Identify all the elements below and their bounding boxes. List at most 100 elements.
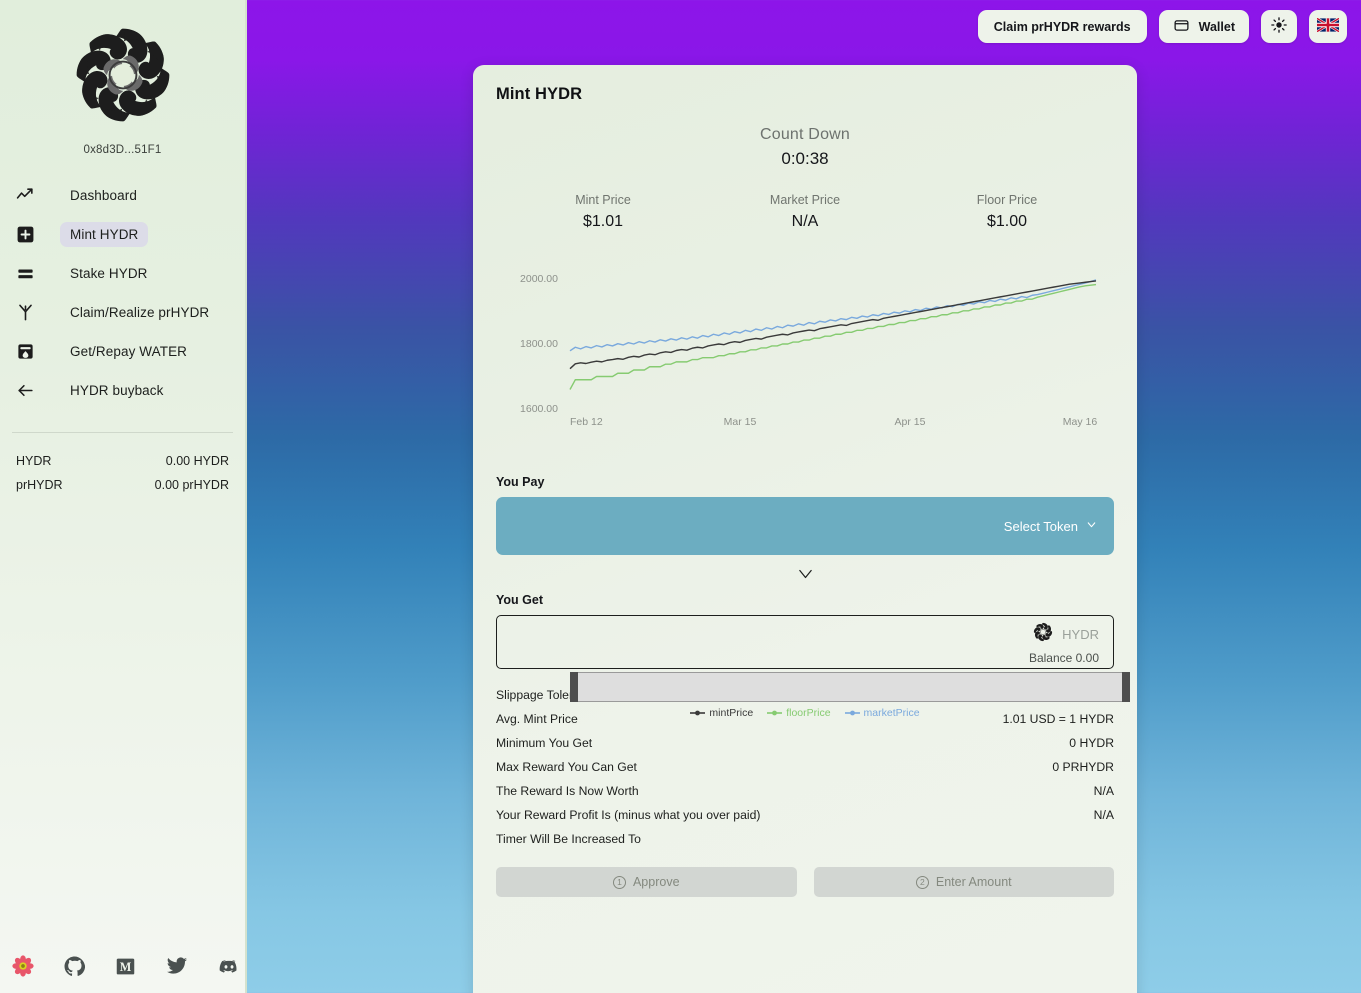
sidebar-item-label: Mint HYDR	[60, 222, 149, 247]
sidebar-divider	[12, 432, 233, 433]
arrow-left-icon	[14, 380, 36, 402]
balance-value: 0.00 HYDR	[165, 454, 229, 468]
stack-bars-icon	[14, 263, 36, 285]
legend-label: mintPrice	[709, 707, 754, 719]
sidebar-item-label: Get/Repay WATER	[70, 344, 188, 359]
get-token-info: HYDR Balance 0.00	[1029, 620, 1099, 665]
svg-text:Mar 15: Mar 15	[724, 416, 757, 427]
select-token-button[interactable]: Select Token	[1004, 518, 1098, 534]
svg-text:Apr 15: Apr 15	[895, 416, 926, 427]
twitter-icon[interactable]	[166, 955, 188, 977]
legend-item-marketprice[interactable]: marketPrice	[844, 707, 920, 719]
approve-label: Approve	[632, 875, 680, 889]
social-links: M	[0, 955, 245, 993]
price-summary-row: Mint Price $1.01 Market Price N/A Floor …	[496, 193, 1114, 231]
price-label: Market Price	[769, 193, 841, 207]
mint-price-cell: Mint Price $1.01	[502, 193, 704, 231]
sidebar-item-get-repay-water[interactable]: Get/Repay WATER	[0, 332, 245, 371]
action-buttons: 1 Approve 2 Enter Amount	[496, 867, 1114, 897]
detail-label: Your Reward Profit Is (minus what you ov…	[496, 808, 761, 822]
detail-row-max-reward: Max Reward You Can Get 0 PRHYDR	[496, 755, 1114, 779]
enter-amount-button[interactable]: 2 Enter Amount	[813, 867, 1114, 897]
medium-icon[interactable]: M	[115, 955, 136, 977]
get-token-symbol: HYDR	[1062, 626, 1099, 642]
sidebar-nav: Dashboard Mint HYDR Stake HYDR Claim/Rea…	[0, 176, 245, 410]
market-price-cell: Market Price N/A	[704, 193, 906, 231]
balances-list: HYDR 0.00 HYDR prHYDR 0.00 prHYDR	[0, 449, 245, 497]
legend-item-mintprice[interactable]: mintPrice	[690, 707, 753, 719]
language-selector-button[interactable]	[1309, 10, 1347, 43]
you-pay-input-row[interactable]: Select Token	[496, 497, 1114, 555]
github-icon[interactable]	[64, 955, 85, 977]
detail-row-reward-profit: Your Reward Profit Is (minus what you ov…	[496, 803, 1114, 827]
balance-row: HYDR 0.00 HYDR	[16, 449, 229, 473]
plus-square-icon	[14, 224, 36, 246]
brush-handle-right[interactable]	[1122, 672, 1130, 702]
chart-legend: mintPrice floorPrice marketPrice	[496, 707, 1114, 719]
sidebar-item-label: HYDR buyback	[70, 383, 164, 398]
theme-toggle-button[interactable]	[1261, 10, 1297, 43]
hydra-wheel-logo	[62, 14, 184, 136]
sidebar-item-label: Dashboard	[70, 188, 137, 203]
svg-text:Feb 12: Feb 12	[570, 416, 603, 427]
claim-prhydr-rewards-button[interactable]: Claim prHYDR rewards	[977, 10, 1147, 43]
price-value: $1.00	[986, 213, 1028, 230]
detail-label: Max Reward You Can Get	[496, 760, 637, 774]
detail-row-minimum-you-get: Minimum You Get 0 HYDR	[496, 731, 1114, 755]
enter-amount-label: Enter Amount	[935, 875, 1012, 889]
detail-row-timer-increase: Timer Will Be Increased To	[496, 827, 1114, 851]
detail-label: The Reward Is Now Worth	[496, 784, 639, 798]
price-label: Mint Price	[575, 193, 631, 207]
legend-item-floorprice[interactable]: floorPrice	[767, 707, 831, 719]
legend-label: marketPrice	[863, 707, 920, 719]
detail-value: 0 PRHYDR	[1052, 760, 1114, 774]
sun-icon	[1270, 16, 1288, 37]
brand-logo-wrap: 0x8d3D...51F1	[0, 0, 245, 156]
chart-range-brush[interactable]	[570, 672, 1130, 702]
discord-icon[interactable]	[218, 955, 240, 977]
detail-label: Minimum You Get	[496, 736, 593, 750]
brush-handle-left[interactable]	[570, 672, 578, 702]
step-number-icon: 1	[612, 875, 626, 889]
sidebar-item-label: Claim/Realize prHYDR	[70, 305, 210, 320]
countdown-value: 0:0:38	[781, 149, 829, 168]
legend-marker	[690, 710, 706, 716]
price-value: $1.01	[582, 213, 624, 230]
svg-text:M: M	[120, 959, 132, 973]
you-pay-label: You Pay	[496, 475, 545, 489]
approve-button[interactable]: 1 Approve	[496, 867, 797, 897]
you-get-input-row[interactable]: HYDR Balance 0.00	[496, 615, 1114, 669]
legend-label: floorPrice	[786, 707, 831, 719]
legend-marker	[844, 710, 860, 716]
wallet-address[interactable]: 0x8d3D...51F1	[83, 144, 161, 156]
detail-row-reward-worth: The Reward Is Now Worth N/A	[496, 779, 1114, 803]
floor-price-cell: Floor Price $1.00	[906, 193, 1108, 231]
svg-text:1600.00: 1600.00	[520, 403, 558, 415]
sidebar-item-stake-hydr[interactable]: Stake HYDR	[0, 254, 245, 293]
sidebar-item-dashboard[interactable]: Dashboard	[0, 176, 245, 215]
detail-label: Timer Will Be Increased To	[496, 832, 641, 846]
price-history-chart: 2000.00 1800.00 1600.00 Feb 12 Mar 15 Ap…	[496, 257, 1130, 719]
balance-value: 0.00 prHYDR	[154, 478, 229, 492]
top-bar: Claim prHYDR rewards Wallet	[977, 10, 1347, 43]
chart-plot: 2000.00 1800.00 1600.00 Feb 12 Mar 15 Ap…	[520, 273, 1097, 427]
sidebar-item-label: Stake HYDR	[70, 266, 148, 281]
you-get-label: You Get	[496, 593, 543, 607]
price-label: Floor Price	[976, 193, 1038, 207]
page-title: Mint HYDR	[496, 85, 583, 103]
trend-line-icon	[14, 185, 36, 207]
select-token-label: Select Token	[1003, 518, 1078, 534]
water-box-icon	[14, 341, 36, 363]
price-value: N/A	[791, 213, 819, 230]
detail-value: 0 HYDR	[1069, 736, 1114, 750]
wallet-button[interactable]: Wallet	[1158, 10, 1249, 43]
sidebar-item-mint-hydr[interactable]: Mint HYDR	[0, 215, 245, 254]
svg-text:2000.00: 2000.00	[520, 273, 558, 285]
balance-row: prHYDR 0.00 prHYDR	[16, 473, 229, 497]
flower-logo-icon[interactable]	[12, 955, 34, 977]
sidebar-item-hydr-buyback[interactable]: HYDR buyback	[0, 371, 245, 410]
svg-text:1800.00: 1800.00	[520, 338, 558, 350]
swap-direction-button[interactable]	[496, 567, 1114, 585]
sidebar-item-claim-realize-prhydr[interactable]: Claim/Realize prHYDR	[0, 293, 245, 332]
step-number-icon: 2	[915, 875, 929, 889]
